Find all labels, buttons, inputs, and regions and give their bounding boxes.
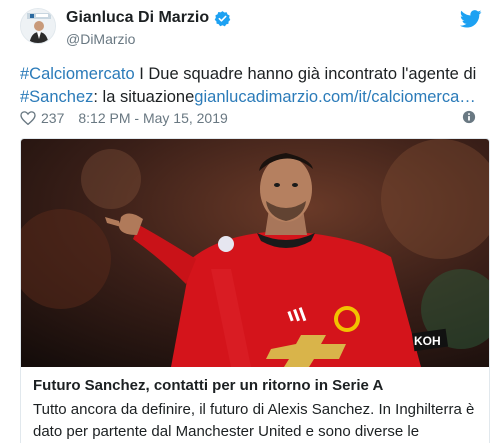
card-image: KOH	[21, 139, 489, 367]
author-avatar[interactable]	[20, 8, 56, 44]
card-description: Tutto ancora da definire, il futuro di A…	[33, 401, 475, 440]
card-title[interactable]: Futuro Sanchez, contatti per un ritorno …	[33, 377, 383, 394]
verified-badge-icon	[214, 10, 231, 26]
tweet-meta: 237 8:12 PM - May 15, 2019	[20, 108, 482, 128]
author-handle[interactable]: @DiMarzio	[66, 31, 135, 47]
tweet-link[interactable]: gianlucadimarzio.com/it/calciomerca…	[194, 88, 476, 106]
like-count[interactable]: 237	[41, 110, 64, 126]
link-card[interactable]: KOH Futuro Sanchez, contatti per un rito…	[20, 138, 490, 443]
tweet-text: #Calciomercato I Due squadre hanno già i…	[20, 63, 490, 109]
hashtag-calciomercato[interactable]: #Calciomercato	[20, 65, 135, 83]
shirt-sponsor-text: KOH	[414, 334, 441, 348]
embedded-tweet: Gianluca Di Marzio @DiMarzio #Calciomerc…	[0, 0, 500, 443]
info-icon[interactable]	[462, 110, 476, 124]
tweet-text-part1: I Due squadre hanno già incontrato l'age…	[134, 65, 477, 83]
tweet-timestamp[interactable]: 8:12 PM - May 15, 2019	[78, 110, 227, 126]
author-name-row: Gianluca Di Marzio	[66, 9, 231, 27]
twitter-bird-icon[interactable]	[460, 10, 482, 28]
tweet-text-part2: : la situazione	[93, 88, 195, 106]
heart-icon[interactable]	[20, 111, 36, 125]
player-photo: KOH	[21, 139, 489, 367]
author-display-name[interactable]: Gianluca Di Marzio	[66, 9, 209, 27]
hashtag-sanchez[interactable]: #Sanchez	[20, 88, 93, 106]
